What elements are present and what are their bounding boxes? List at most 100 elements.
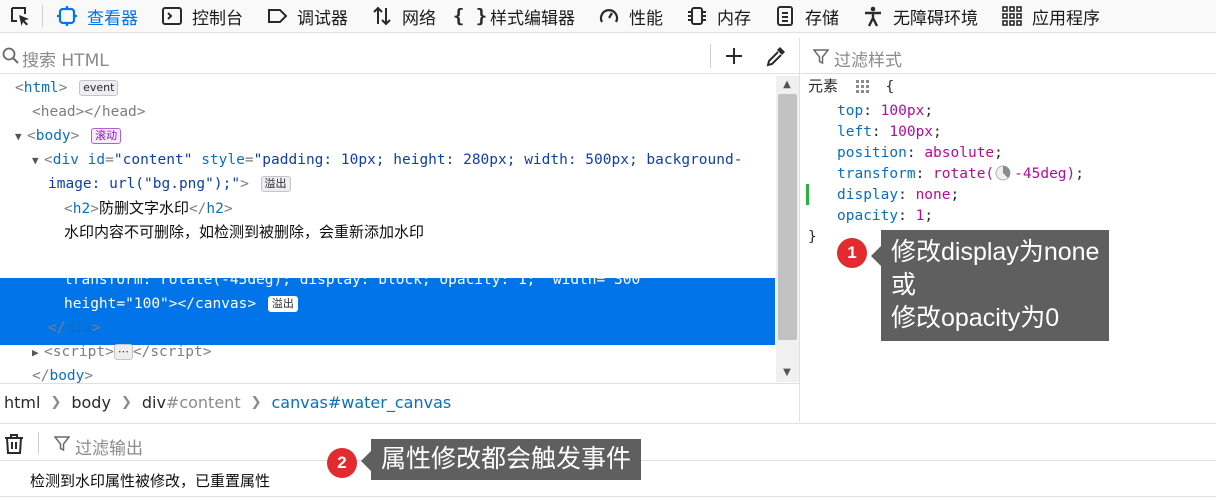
semicolon: ; [924, 208, 934, 224]
element-picker-icon [11, 7, 29, 26]
node-div-close[interactable]: </div> [48, 316, 823, 340]
attr-name: id [133, 248, 152, 264]
tab-network[interactable]: 网络 [360, 0, 448, 33]
property-value[interactable]: 100px [881, 103, 925, 119]
node-h2[interactable]: <h2>防删文字水印</h2> [64, 196, 839, 220]
scroll-up-icon[interactable]: ▲ [780, 78, 794, 92]
declaration-opacity[interactable]: opacity: 1; [837, 206, 933, 227]
bracket: </ [188, 201, 207, 217]
tab-performance[interactable]: 性能 [587, 0, 675, 33]
add-node-button[interactable] [720, 42, 748, 70]
scrollbar-thumb[interactable] [778, 94, 797, 340]
equals: = [116, 296, 126, 312]
collapsed-content-badge[interactable]: ⋯ [113, 344, 133, 360]
node-body[interactable]: ▼ <body> 滚动 [15, 124, 790, 148]
tag-name: canvas [72, 248, 126, 264]
tab-style-editor[interactable]: { } 样式编辑器 [448, 0, 587, 33]
scroll-badge[interactable]: 滚动 [91, 128, 122, 144]
node-html[interactable]: <html> event [15, 76, 790, 100]
text-content: 水印内容不可删除，如检测到被删除，会重新添加水印 [64, 223, 425, 241]
tab-memory[interactable]: 内存 [675, 0, 763, 33]
overflow-badge[interactable]: 溢出 [267, 296, 298, 312]
property-value[interactable]: -45deg) [1014, 166, 1075, 182]
property-name[interactable]: position [837, 145, 907, 161]
tab-inspector[interactable]: 查看器 [45, 0, 150, 33]
tab-accessibility[interactable]: 无障碍环境 [851, 0, 990, 33]
expand-triangle-icon[interactable]: ▼ [32, 149, 44, 173]
bracket: < [15, 80, 24, 96]
breadcrumb-item-div[interactable]: div#content [142, 393, 241, 412]
declaration-display[interactable]: display: none; [837, 185, 959, 206]
property-value[interactable]: absolute [924, 145, 994, 161]
attr-name: width [552, 272, 597, 288]
tab-debugger[interactable]: 调试器 [255, 0, 360, 33]
tab-label: 样式编辑器 [490, 8, 575, 29]
bracket: < [44, 344, 53, 360]
bracket: < [44, 152, 53, 168]
bracket: > [90, 201, 99, 217]
node-dots-icon[interactable] [855, 79, 871, 100]
colon: : [906, 145, 925, 161]
tab-label: 存储 [805, 8, 839, 29]
element-picker-button[interactable] [0, 0, 40, 33]
overflow-badge[interactable]: 溢出 [260, 176, 291, 192]
rule-footer: } [808, 227, 817, 248]
markup-tree: <html> event <head></head> ▼ <body> 滚动 ▼ <… [0, 76, 775, 384]
toolbar-separator [710, 44, 711, 68]
node-canvas-selected-continued[interactable]: height="100"></canvas> 溢出 [64, 292, 839, 316]
node-canvas-selected-continued[interactable]: transform: rotate(-45deg); display: bloc… [64, 268, 839, 292]
apps-grid-icon [1000, 4, 1024, 28]
scroll-down-icon[interactable]: ▼ [780, 366, 794, 380]
text-content: 防删文字水印 [98, 199, 189, 217]
breadcrumb-item-html[interactable]: html [4, 393, 40, 412]
property-value[interactable]: 100px [889, 124, 933, 140]
node-canvas-selected[interactable]: <canvas id="water_canvas" style="top: 10… [64, 244, 839, 268]
event-badge[interactable]: event [79, 80, 119, 96]
bracket: > [105, 344, 114, 360]
breadcrumb-item-body[interactable]: body [71, 393, 111, 412]
property-value[interactable]: rotate( [933, 166, 994, 182]
property-value[interactable]: none [916, 187, 951, 203]
filter-styles-input[interactable]: 过滤样式 [834, 46, 902, 71]
property-name[interactable]: left [837, 124, 872, 140]
tab-label: 无障碍环境 [893, 8, 978, 29]
search-html-input[interactable]: 搜索 HTML [22, 46, 109, 71]
node-head[interactable]: <head></head> [32, 100, 807, 124]
tab-storage[interactable]: 存储 [763, 0, 851, 33]
node-script[interactable]: ▶ <script> ⋯ </script> [32, 340, 807, 364]
bracket: </ [132, 344, 151, 360]
declaration-transform[interactable]: transform: rotate(-45deg); [837, 164, 1084, 185]
declaration-left[interactable]: left: 100px; [837, 122, 942, 143]
attr-value: "top: 100px; left: 100px; position: abso… [343, 248, 737, 264]
equals: = [105, 152, 114, 168]
property-name[interactable]: display [837, 187, 898, 203]
tag-name: div [52, 152, 79, 168]
angle-swatch-icon[interactable] [995, 165, 1011, 188]
bracket: > [240, 176, 249, 192]
tab-console[interactable]: 控制台 [150, 0, 255, 33]
colon: : [898, 208, 916, 224]
node-div-content-continued[interactable]: image: url("bg.png");"> 溢出 [48, 172, 823, 196]
tab-application[interactable]: 应用程序 [990, 0, 1112, 33]
expand-triangle-icon[interactable]: ▼ [15, 125, 27, 149]
eyedropper-button[interactable] [762, 42, 790, 70]
attr-value: "water_canvas" [160, 248, 283, 264]
markup-scrollbar[interactable]: ▲ ▼ [776, 76, 799, 382]
property-value[interactable]: 1 [916, 208, 925, 224]
collapsed-triangle-icon[interactable]: ▶ [32, 341, 44, 365]
node-div-content[interactable]: ▼ <div id="content" style="padding: 10px;… [32, 148, 807, 172]
declaration-position[interactable]: position: absolute; [837, 143, 1003, 164]
breadcrumb-tag: body [71, 393, 111, 412]
property-name[interactable]: transform [837, 166, 916, 182]
clear-console-button[interactable] [3, 433, 25, 459]
console-icon [160, 4, 184, 28]
tag-name: div [65, 320, 92, 336]
property-name[interactable]: opacity [837, 208, 898, 224]
bracket: < [64, 248, 73, 264]
filter-output-input[interactable]: 过滤输出 [75, 434, 143, 459]
attr-name: style [201, 152, 245, 168]
declaration-top[interactable]: top: 100px; [837, 101, 933, 122]
node-text[interactable]: 水印内容不可删除，如检测到被删除，会重新添加水印 [64, 220, 839, 244]
property-name[interactable]: top [837, 103, 863, 119]
breadcrumb-item-canvas[interactable]: canvas#water_canvas [272, 393, 452, 412]
